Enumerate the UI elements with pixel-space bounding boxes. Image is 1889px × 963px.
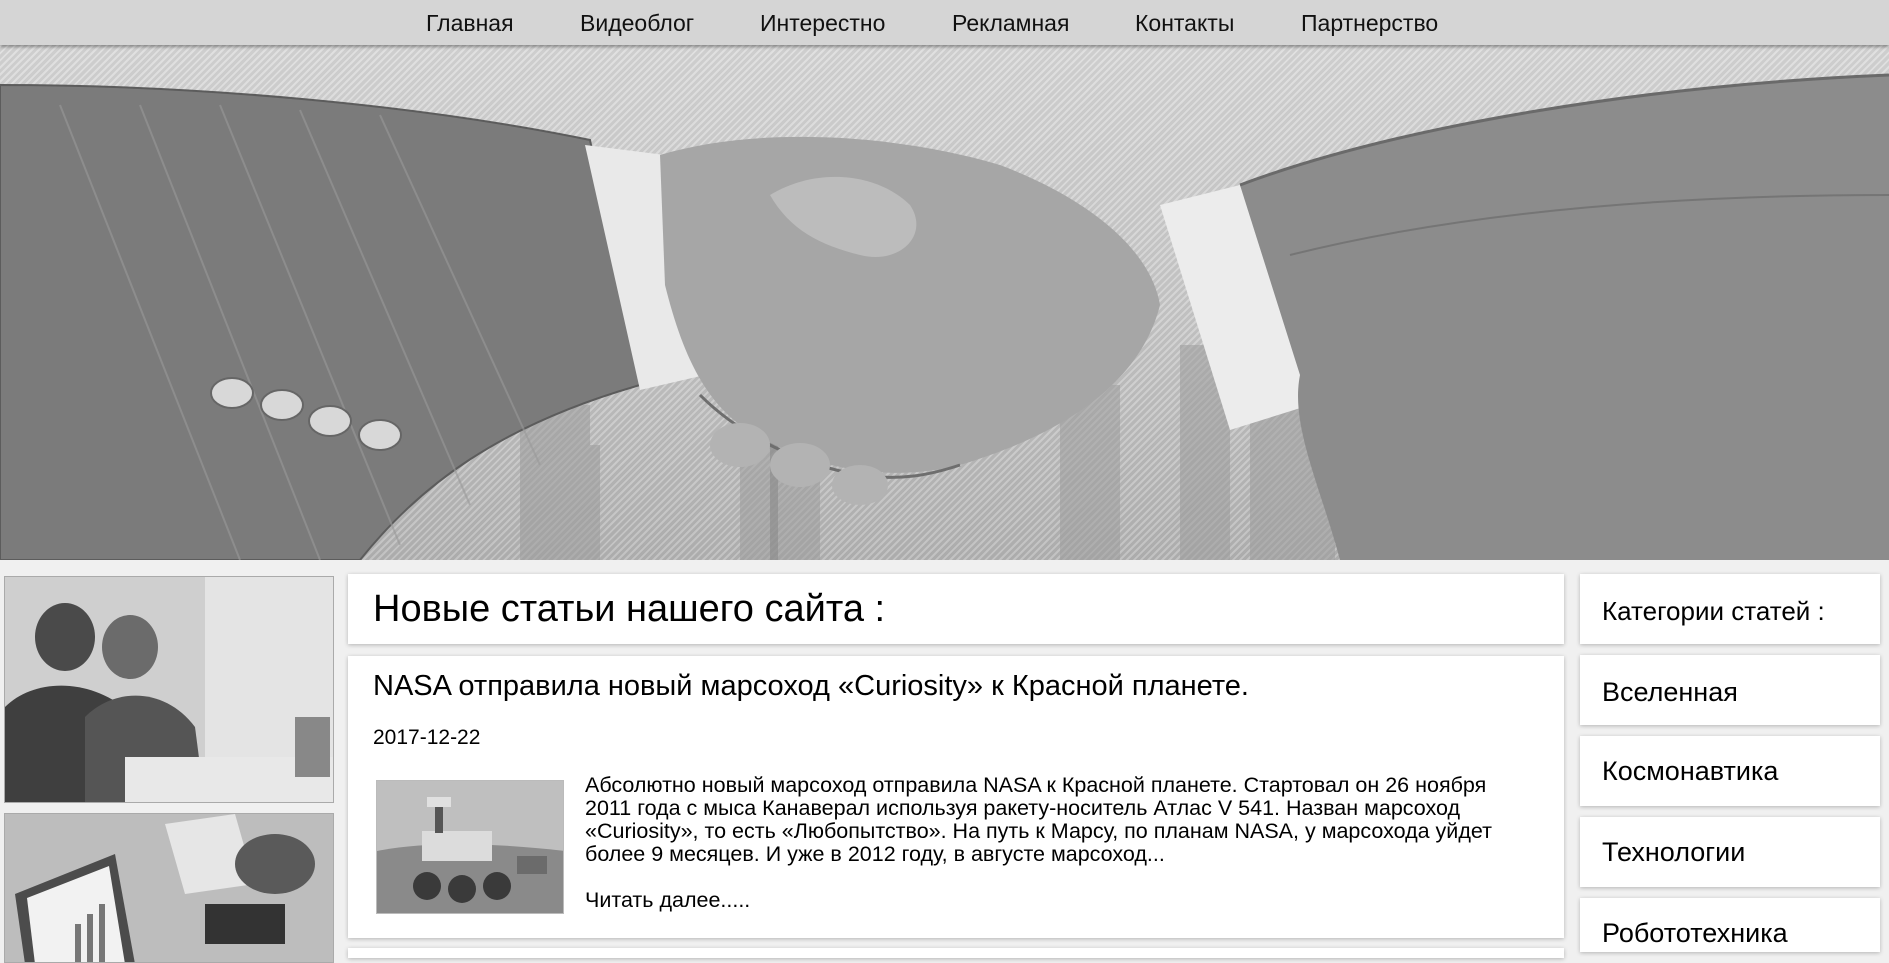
article-date: 2017-12-22 — [373, 726, 481, 749]
category-label: Робототехника — [1602, 918, 1788, 948]
nav-item-contacts[interactable]: Контакты — [1135, 0, 1234, 45]
read-more-link[interactable]: Читать далее..... — [585, 888, 750, 913]
next-article-card — [348, 948, 1564, 958]
category-item-robotics[interactable]: Робототехника — [1580, 898, 1880, 952]
article-title[interactable]: NASA отправила новый марсоход «Curiosity… — [373, 670, 1249, 703]
category-item-technology[interactable]: Технологии — [1580, 817, 1880, 887]
nav-item-home[interactable]: Главная — [426, 0, 514, 45]
category-item-universe[interactable]: Вселенная — [1580, 655, 1880, 725]
article-excerpt: Абсолютно новый марсоход отправила NASA … — [585, 773, 1492, 866]
nav-item-partnership[interactable]: Партнерство — [1301, 0, 1438, 45]
categories-title: Категории статей : — [1602, 596, 1825, 626]
category-label: Вселенная — [1602, 677, 1738, 707]
nav-item-interesting[interactable]: Интерестно — [760, 0, 885, 45]
business-meeting-image — [5, 577, 333, 802]
laptop-charts-thumbnail[interactable] — [4, 813, 334, 963]
category-label: Космонавтика — [1602, 756, 1779, 786]
article-thumbnail[interactable] — [376, 780, 564, 914]
category-item-cosmonautics[interactable]: Космонавтика — [1580, 736, 1880, 806]
nav-item-advertising[interactable]: Рекламная — [952, 0, 1069, 45]
article-card: NASA отправила новый марсоход «Curiosity… — [348, 656, 1564, 938]
handshake-image — [0, 73, 1889, 560]
laptop-charts-image — [5, 814, 333, 962]
mars-rover-image — [377, 781, 563, 913]
hero-banner — [0, 45, 1889, 560]
section-header: Новые статьи нашего сайта : — [348, 574, 1564, 644]
categories-header: Категории статей : — [1580, 574, 1880, 644]
section-title: Новые статьи нашего сайта : — [373, 588, 886, 630]
nav-item-videoblog[interactable]: Видеоблог — [580, 0, 694, 45]
top-navigation: Главная Видеоблог Интерестно Рекламная К… — [0, 0, 1889, 45]
business-meeting-thumbnail[interactable] — [4, 576, 334, 803]
category-label: Технологии — [1602, 837, 1746, 867]
